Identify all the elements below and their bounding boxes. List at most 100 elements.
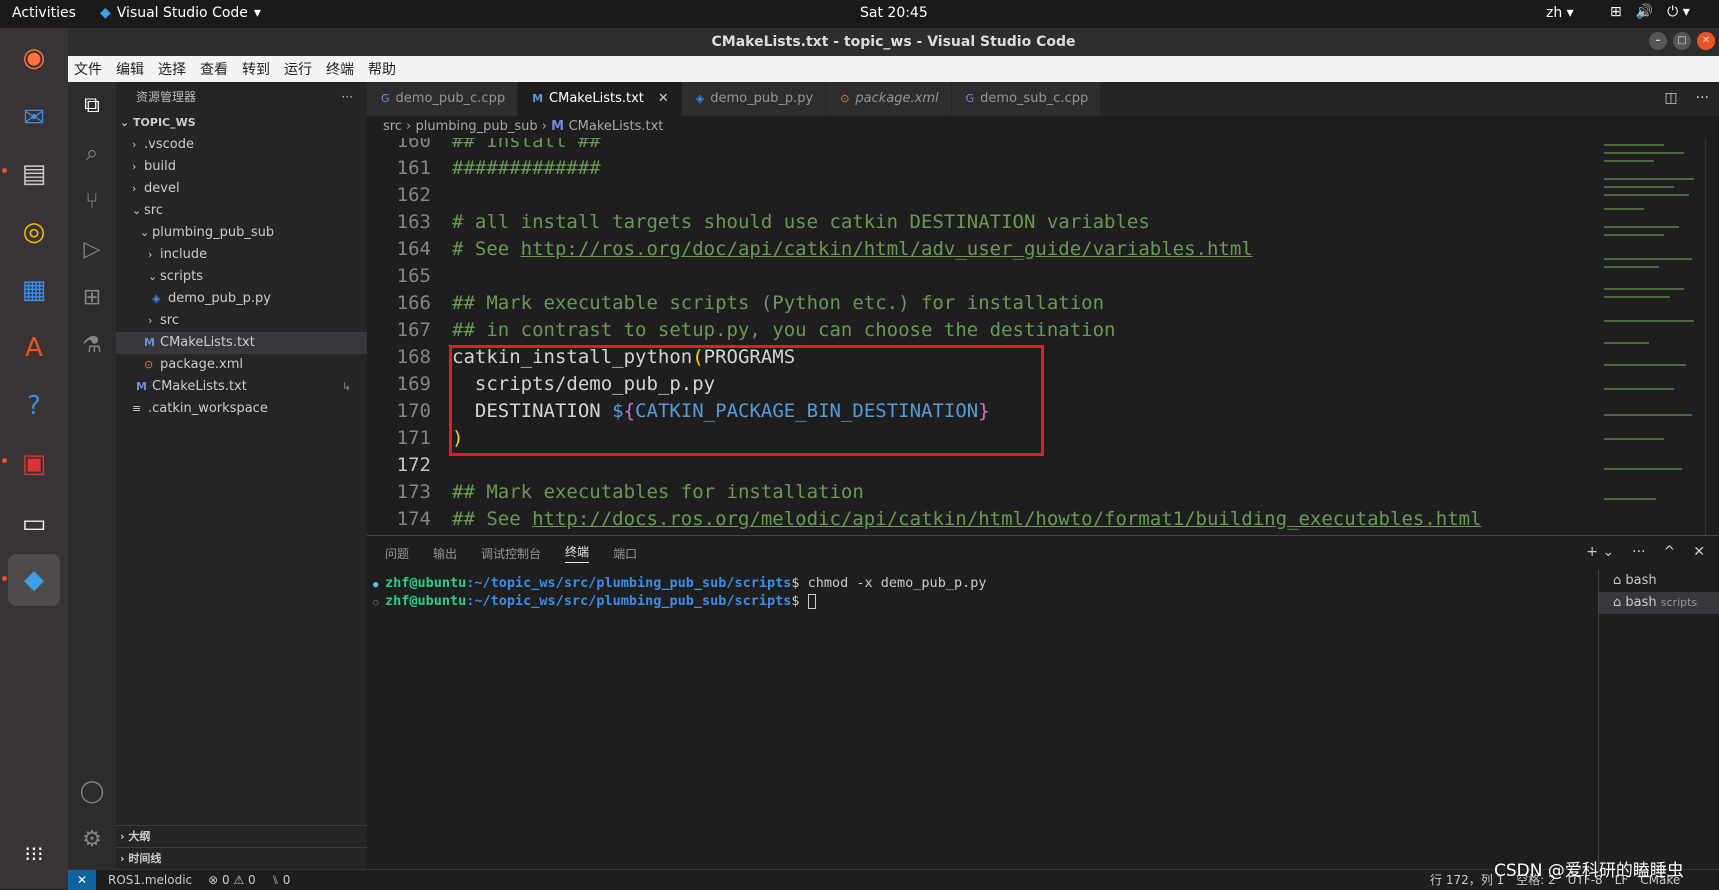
close-button[interactable]: ✕: [1697, 32, 1715, 50]
tree-item-src[interactable]: ⌄ src: [116, 200, 367, 222]
thunderbird-icon[interactable]: ✉: [8, 92, 60, 144]
tree-item-devel[interactable]: › devel: [116, 178, 367, 200]
files-icon[interactable]: ▤: [8, 148, 60, 200]
terminal-icon[interactable]: ▭: [8, 498, 60, 550]
timeline-section[interactable]: › 时间线: [116, 847, 367, 869]
tree-item-vscode[interactable]: › .vscode: [116, 134, 367, 156]
terminal-output[interactable]: ● zhf@ubuntu:~/topic_ws/src/plumbing_pub_…: [367, 574, 1587, 610]
show-apps-icon[interactable]: ⁝⁝⁝: [8, 828, 60, 880]
tree-item-package-xml[interactable]: ⊙ package.xml: [116, 354, 367, 376]
menu-selection[interactable]: 选择: [158, 59, 186, 79]
menu-run[interactable]: 运行: [284, 59, 312, 79]
volume-icon: 🔊: [1635, 4, 1654, 20]
tree-item-src-inner[interactable]: › src: [116, 310, 367, 332]
terminator-icon[interactable]: ▣: [8, 438, 60, 490]
window-title: CMakeLists.txt - topic_ws - Visual Studi…: [711, 34, 1076, 50]
software-icon[interactable]: A: [8, 322, 60, 374]
menu-edit[interactable]: 编辑: [116, 59, 144, 79]
tree-item-catkin-workspace[interactable]: ≡ .catkin_workspace: [116, 398, 367, 420]
menu-go[interactable]: 转到: [242, 59, 270, 79]
menu-help[interactable]: 帮助: [368, 59, 396, 79]
breadcrumb-src[interactable]: src: [383, 119, 402, 134]
activities-button[interactable]: Activities: [12, 5, 76, 21]
tab-label: CMakeLists.txt: [549, 91, 644, 106]
tab-output[interactable]: 输出: [433, 545, 457, 562]
tree-item-demo-pub-p-py[interactable]: ◈ demo_pub_p.py: [116, 288, 367, 310]
run-debug-icon[interactable]: ▷: [78, 236, 106, 264]
minimap[interactable]: [1600, 138, 1705, 535]
tree-item-plumbing-pub-sub[interactable]: ⌄ plumbing_pub_sub: [116, 222, 367, 244]
tab-demo-pub-p-py[interactable]: ◈ demo_pub_p.py: [681, 82, 827, 116]
menu-view[interactable]: 查看: [200, 59, 228, 79]
code-line: 163 # all install targets should use catk…: [367, 209, 1482, 236]
tree-item-cmakelists-root[interactable]: M CMakeLists.txt ↳: [116, 376, 367, 398]
source-control-icon[interactable]: ⑂: [78, 188, 106, 216]
ports-count[interactable]: ⑊ 0: [272, 870, 291, 890]
testing-icon[interactable]: ⚗: [78, 332, 106, 360]
split-editor-icon[interactable]: ◫: [1664, 90, 1677, 106]
tab-terminal[interactable]: 终端: [565, 543, 590, 563]
maximize-panel-icon[interactable]: ^: [1664, 544, 1676, 560]
menu-terminal[interactable]: 终端: [326, 59, 354, 79]
code-line: 161 #############: [367, 155, 1482, 182]
rhythmbox-icon[interactable]: ◎: [8, 206, 60, 258]
maximize-button[interactable]: □: [1673, 32, 1691, 50]
more-actions-icon[interactable]: ···: [1632, 544, 1645, 560]
menu-file[interactable]: 文件: [74, 59, 102, 79]
gear-icon[interactable]: ⚙: [78, 826, 106, 854]
tree-item-cmakelists-selected[interactable]: M CMakeLists.txt: [116, 332, 367, 354]
tree-item-label: CMakeLists.txt: [152, 379, 247, 394]
editor-scrollbar[interactable]: [1705, 138, 1719, 535]
line-number: 170: [396, 400, 431, 422]
language-indicator[interactable]: zh ▾: [1546, 5, 1574, 21]
tab-package-xml[interactable]: ⊙ package.xml: [826, 82, 952, 116]
extensions-icon[interactable]: ⊞: [78, 284, 106, 312]
explorer-icon[interactable]: ⧉: [78, 92, 106, 120]
tab-demo-sub-c-cpp[interactable]: Gdemo_sub_c.cpp: [951, 82, 1102, 116]
tab-problems[interactable]: 问题: [385, 545, 409, 562]
code-link[interactable]: http://docs.ros.org/melodic/api/catkin/h…: [532, 508, 1481, 530]
tab-debug-console[interactable]: 调试控制台: [481, 545, 541, 562]
tab-demo-pub-c-cpp[interactable]: Gdemo_pub_c.cpp: [367, 82, 519, 116]
vscode-icon: ◆: [100, 5, 111, 21]
status-left: ROS1.melodic ⊗ 0 ⚠ 0 ⑊ 0: [108, 870, 290, 890]
search-icon[interactable]: ⌕: [78, 140, 106, 168]
clock[interactable]: Sat 20:45: [860, 5, 928, 21]
code-text: ## See: [452, 508, 533, 530]
more-actions-icon[interactable]: ···: [342, 82, 353, 112]
terminal-line: ○ zhf@ubuntu:~/topic_ws/src/plumbing_pub_…: [367, 592, 1587, 610]
tree-item-scripts[interactable]: ⌄ scripts: [116, 266, 367, 288]
explorer-title: 资源管理器: [136, 90, 197, 104]
tab-cmakelists-txt[interactable]: M CMakeLists.txt ✕: [518, 82, 682, 116]
vscode-dock-icon[interactable]: ◆: [8, 554, 60, 606]
breadcrumb-package[interactable]: plumbing_pub_sub: [415, 119, 537, 134]
tree-item-label: build: [144, 159, 176, 174]
close-panel-icon[interactable]: ✕: [1693, 544, 1705, 560]
firefox-icon[interactable]: ◉: [8, 32, 60, 84]
tree-item-label: src: [144, 203, 163, 218]
workspace-root[interactable]: ⌄ TOPIC_WS: [116, 112, 367, 134]
remote-indicator[interactable]: ✕: [68, 870, 96, 890]
outline-section[interactable]: › 大纲: [116, 825, 367, 847]
more-actions-icon[interactable]: ···: [1696, 90, 1709, 106]
breadcrumb-file[interactable]: CMakeLists.txt: [569, 119, 664, 134]
tree-item-include[interactable]: › include: [116, 244, 367, 266]
minimize-button[interactable]: –: [1649, 32, 1667, 50]
problems-count[interactable]: ⊗ 0 ⚠ 0: [208, 870, 256, 890]
ros-version[interactable]: ROS1.melodic: [108, 870, 192, 890]
tree-item-label: scripts: [160, 269, 203, 284]
account-icon[interactable]: ◯: [78, 778, 106, 806]
tab-ports[interactable]: 端口: [613, 545, 637, 562]
system-tray[interactable]: ⊞ 🔊 ⏻ ▾: [1610, 4, 1690, 20]
code-line: 172: [367, 452, 1482, 479]
code-editor[interactable]: 160 ## Install ## 161 ############# 162 16…: [367, 138, 1719, 535]
terminal-instance[interactable]: ⌂ bash: [1599, 570, 1719, 592]
close-tab-icon[interactable]: ✕: [658, 82, 669, 116]
writer-icon[interactable]: ▦: [8, 264, 60, 316]
new-terminal-icon[interactable]: + ⌄: [1586, 544, 1614, 560]
terminal-instance[interactable]: ⌂ bash scripts: [1599, 592, 1719, 614]
app-menu[interactable]: ◆ Visual Studio Code ▾: [100, 5, 261, 21]
code-link[interactable]: http://ros.org/doc/api/catkin/html/adv_u…: [521, 238, 1253, 260]
help-icon[interactable]: ?: [8, 380, 60, 432]
tree-item-build[interactable]: › build: [116, 156, 367, 178]
